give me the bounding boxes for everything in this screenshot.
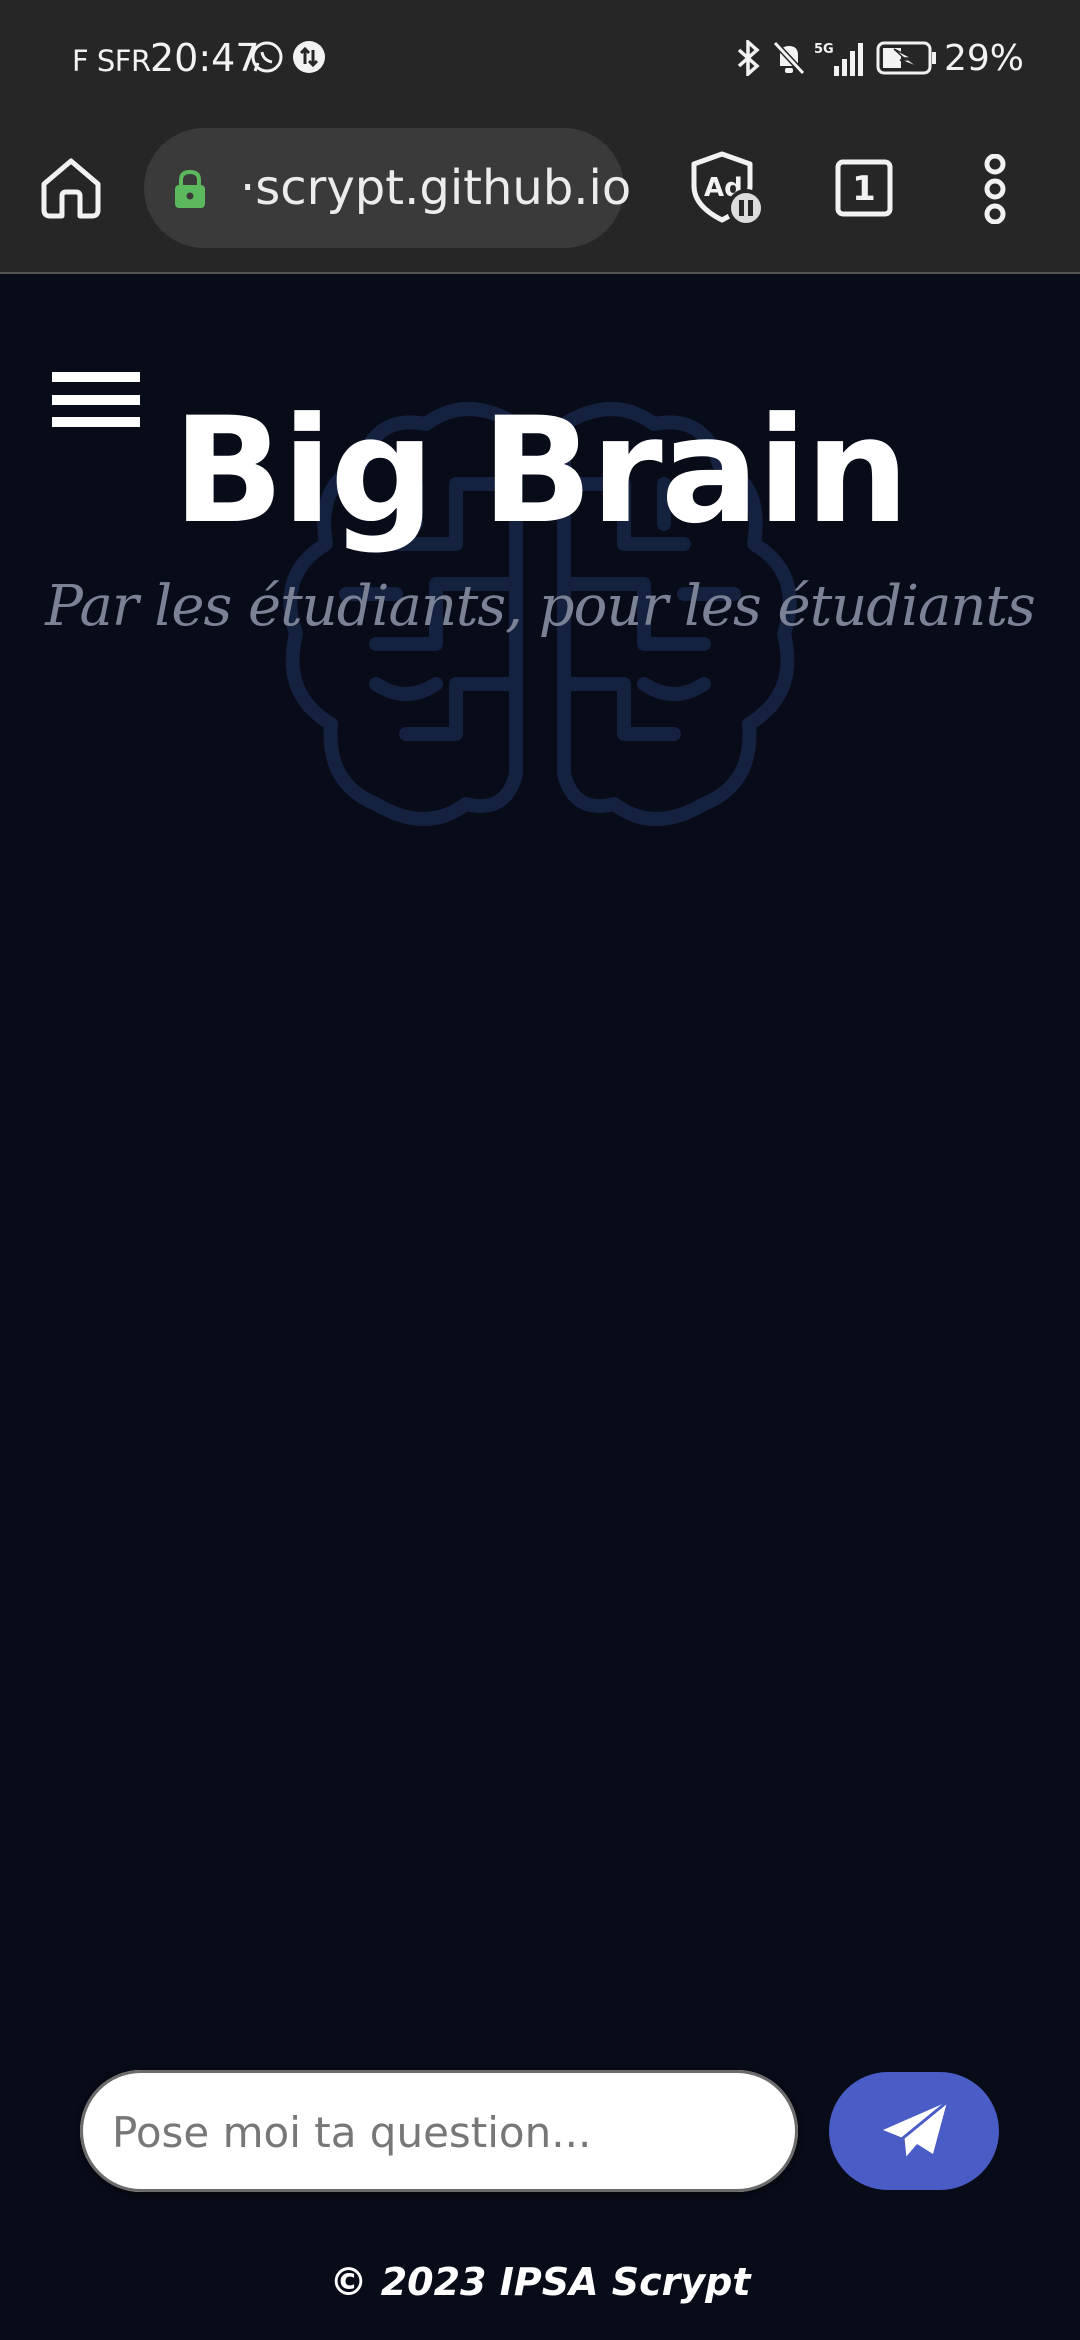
- svg-text:5G: 5G: [814, 42, 834, 57]
- bluetooth-icon: [737, 40, 760, 76]
- send-button[interactable]: [829, 2072, 999, 2190]
- page-subtitle: Par les étudiants, pour les étudiants: [45, 574, 1035, 639]
- status-bar: F SFR 20:47 5G 29%: [0, 0, 1080, 124]
- tabs-button[interactable]: 1: [834, 158, 896, 220]
- home-icon: [41, 158, 101, 219]
- 5g-signal-icon: 5G: [814, 42, 863, 76]
- more-menu-button[interactable]: [980, 153, 1010, 225]
- url-text: ·scrypt.github.io: [240, 160, 632, 216]
- menu-bar-top: [52, 372, 140, 382]
- question-input[interactable]: [110, 2070, 774, 2194]
- carrier-label: F SFR: [72, 44, 151, 78]
- more-icon: [984, 153, 1006, 225]
- lock-icon: [175, 169, 205, 208]
- tab-count: 1: [852, 169, 876, 209]
- clock: 20:47: [150, 36, 260, 80]
- page-title: Big Brain: [172, 386, 909, 556]
- browser-toolbar: ·scrypt.github.io Ad 1: [0, 124, 1080, 274]
- mute-icon: [772, 40, 806, 76]
- adblock-icon: Ad: [691, 151, 765, 227]
- whatsapp-icon: [251, 41, 283, 73]
- paper-plane-icon: [883, 2100, 948, 2159]
- home-button[interactable]: [36, 152, 106, 222]
- page-content: Big Brain Par les étudiants, pour les ét…: [0, 274, 1080, 2340]
- question-input-wrapper: [80, 2070, 798, 2194]
- battery-saver-icon: [876, 41, 936, 75]
- adblock-button[interactable]: Ad: [690, 150, 768, 228]
- battery-percent: 29%: [944, 38, 1025, 79]
- address-bar[interactable]: ·scrypt.github.io: [144, 128, 631, 248]
- data-transfer-icon: [293, 41, 325, 73]
- footer-copyright: © 2023 IPSA Scrypt: [329, 2260, 751, 2304]
